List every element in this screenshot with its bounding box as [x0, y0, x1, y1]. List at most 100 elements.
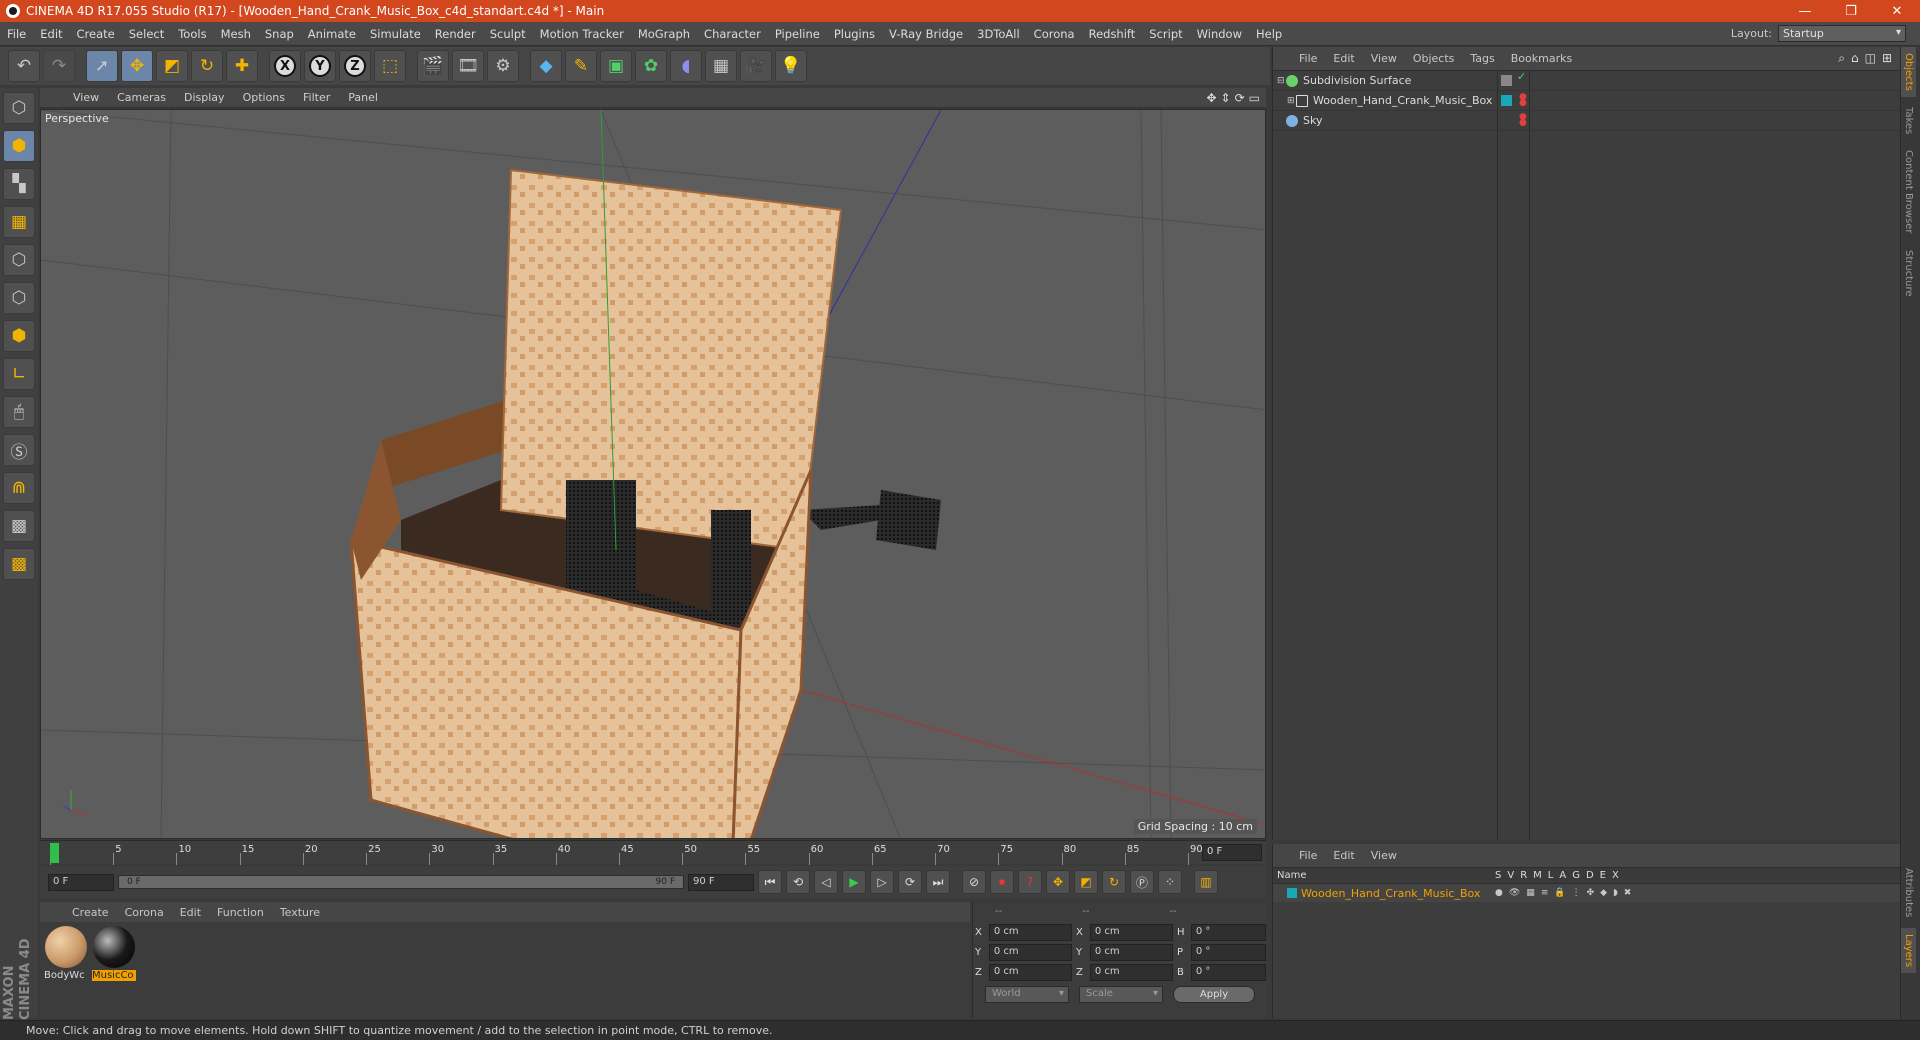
step-forward-icon[interactable]: ▷ — [870, 870, 894, 894]
tab-takes[interactable]: Takes — [1901, 101, 1916, 140]
size-mode-dropdown[interactable]: Scale — [1079, 986, 1163, 1003]
menu-mesh[interactable]: Mesh — [214, 27, 258, 41]
expand-icon[interactable]: ⊞ — [1287, 96, 1295, 106]
spline-pen-icon[interactable]: ✎ — [565, 50, 597, 82]
material-musicco[interactable]: MusicCo — [92, 926, 136, 1014]
menu-window[interactable]: Window — [1190, 27, 1249, 41]
menu-3dtoall[interactable]: 3DToAll — [970, 27, 1027, 41]
undo-icon[interactable]: ↶ — [8, 50, 40, 82]
viewport-camera-label[interactable]: Perspective — [45, 112, 109, 125]
material-bodywood[interactable]: BodyWc — [44, 926, 88, 1014]
start-frame-field[interactable]: 0 F — [48, 873, 114, 891]
workplane-icon[interactable]: ▦ — [3, 206, 35, 238]
y-axis-icon[interactable]: Y — [304, 50, 336, 82]
layer-row[interactable]: Wooden_Hand_Crank_Music_Box ● 👁 ▦ ≡ 🔒 ⋮ … — [1273, 884, 1900, 902]
key-parameter-icon[interactable]: Ⓟ — [1130, 870, 1154, 894]
viewport-menu-cameras[interactable]: Cameras — [108, 91, 175, 104]
cube-icon[interactable]: ◆ — [530, 50, 562, 82]
render-view-icon[interactable]: 🎬 — [417, 50, 449, 82]
animation-flag-icon[interactable]: ⋮ — [1572, 888, 1581, 898]
home-icon[interactable]: ⌂ — [1851, 51, 1859, 66]
current-frame-field[interactable]: 0 F — [1202, 844, 1262, 861]
3d-viewport[interactable]: Perspective Grid Spacing : 10 cm — [40, 109, 1266, 839]
size-x-field[interactable]: 0 cm — [1089, 923, 1173, 941]
close-icon[interactable]: ✕ — [1874, 0, 1920, 22]
expression-flag-icon[interactable]: ◗ — [1613, 888, 1618, 898]
end-frame-field[interactable]: 90 F — [688, 873, 754, 891]
menu-pipeline[interactable]: Pipeline — [768, 27, 827, 41]
redo-icon[interactable]: ↷ — [43, 50, 75, 82]
object-menu-edit[interactable]: Edit — [1325, 52, 1362, 65]
key-position-icon[interactable]: ✥ — [1046, 870, 1070, 894]
pan-icon[interactable]: ✥ — [1206, 91, 1216, 105]
layer-menu-file[interactable]: File — [1291, 849, 1325, 862]
viewport-menu-filter[interactable]: Filter — [294, 91, 339, 104]
size-y-field[interactable]: 0 cm — [1089, 943, 1173, 961]
tab-objects[interactable]: Objects — [1901, 47, 1916, 97]
viewport-menu-panel[interactable]: Panel — [339, 91, 387, 104]
menu-motion-tracker[interactable]: Motion Tracker — [533, 27, 631, 41]
maximize-view-icon[interactable]: ▭ — [1249, 91, 1260, 105]
object-menu-view[interactable]: View — [1363, 52, 1405, 65]
key-rotation-icon[interactable]: ↻ — [1102, 870, 1126, 894]
deformer-icon[interactable]: ◖ — [670, 50, 702, 82]
material-menu-create[interactable]: Create — [64, 906, 117, 919]
position-x-field[interactable]: 0 cm — [988, 923, 1072, 941]
menu-script[interactable]: Script — [1142, 27, 1189, 41]
key-point-level-icon[interactable]: ⁘ — [1158, 870, 1182, 894]
layer-toggle-icon[interactable] — [1501, 75, 1512, 86]
model-mode-icon[interactable]: ⬢ — [3, 130, 35, 162]
menu-edit[interactable]: Edit — [33, 27, 69, 41]
apply-button[interactable]: Apply — [1173, 986, 1255, 1003]
menu-animate[interactable]: Animate — [301, 27, 363, 41]
z-axis-icon[interactable]: Z — [339, 50, 371, 82]
timeline-window-icon[interactable]: ▥ — [1194, 870, 1218, 894]
object-row-sky[interactable]: Sky ● ● — [1273, 111, 1900, 131]
visibility-dots-icon[interactable]: ● ● — [1519, 113, 1527, 128]
step-back-icon[interactable]: ◁ — [814, 870, 838, 894]
camera-icon[interactable]: 🎥 — [740, 50, 772, 82]
menu-sculpt[interactable]: Sculpt — [483, 27, 533, 41]
live-select-icon[interactable]: ➚ — [86, 50, 118, 82]
next-key-icon[interactable]: ⟳ — [898, 870, 922, 894]
play-icon[interactable]: ▶ — [842, 870, 866, 894]
coordinate-mode-dropdown[interactable]: World — [985, 986, 1069, 1003]
material-menu-texture[interactable]: Texture — [272, 906, 328, 919]
object-menu-objects[interactable]: Objects — [1405, 52, 1463, 65]
lock-flag-icon[interactable]: 🔒 — [1554, 888, 1565, 898]
make-editable-icon[interactable]: ⬡ — [3, 92, 35, 124]
record-icon[interactable]: ⏺ — [990, 870, 1014, 894]
move-add-icon[interactable]: ✚ — [226, 50, 258, 82]
points-mode-icon[interactable]: ⬡ — [3, 244, 35, 276]
floor-icon[interactable]: ▦ — [705, 50, 737, 82]
menu-render[interactable]: Render — [428, 27, 483, 41]
new-view-icon[interactable]: ◫ — [1865, 51, 1876, 66]
position-y-field[interactable]: 0 cm — [988, 943, 1072, 961]
x-axis-icon[interactable]: X — [269, 50, 301, 82]
go-to-start-icon[interactable]: ⏮ — [758, 870, 782, 894]
move-icon[interactable]: ✥ — [121, 50, 153, 82]
scale-icon[interactable]: ◩ — [156, 50, 188, 82]
menu-help[interactable]: Help — [1249, 27, 1289, 41]
object-row-music-box[interactable]: ⊞ Wooden_Hand_Crank_Music_Box ● ● — [1273, 91, 1900, 111]
texture-mode-icon[interactable]: ▚ — [3, 168, 35, 200]
menu-mograph[interactable]: MoGraph — [631, 27, 697, 41]
layer-color-icon[interactable] — [1501, 95, 1512, 106]
menu-corona[interactable]: Corona — [1027, 27, 1082, 41]
tab-layers[interactable]: Layers — [1901, 927, 1916, 973]
light-icon[interactable]: 💡 — [775, 50, 807, 82]
workplane-lock-icon[interactable]: ▩ — [3, 510, 35, 542]
menu-file[interactable]: File — [0, 27, 33, 41]
rotation-b-field[interactable]: 0 ° — [1190, 963, 1266, 981]
menu-simulate[interactable]: Simulate — [363, 27, 428, 41]
menu-redshift[interactable]: Redshift — [1082, 27, 1143, 41]
rotation-h-field[interactable]: 0 ° — [1190, 923, 1266, 941]
object-menu-bookmarks[interactable]: Bookmarks — [1503, 52, 1580, 65]
viewport-menu-options[interactable]: Options — [234, 91, 294, 104]
tweak-icon[interactable]: 🖱 — [3, 396, 35, 428]
material-menu-function[interactable]: Function — [209, 906, 272, 919]
tab-content-browser[interactable]: Content Browser — [1901, 144, 1916, 239]
menu-plugins[interactable]: Plugins — [827, 27, 882, 41]
position-z-field[interactable]: 0 cm — [988, 963, 1072, 981]
expand-icon[interactable]: ⊞ — [1882, 51, 1892, 66]
